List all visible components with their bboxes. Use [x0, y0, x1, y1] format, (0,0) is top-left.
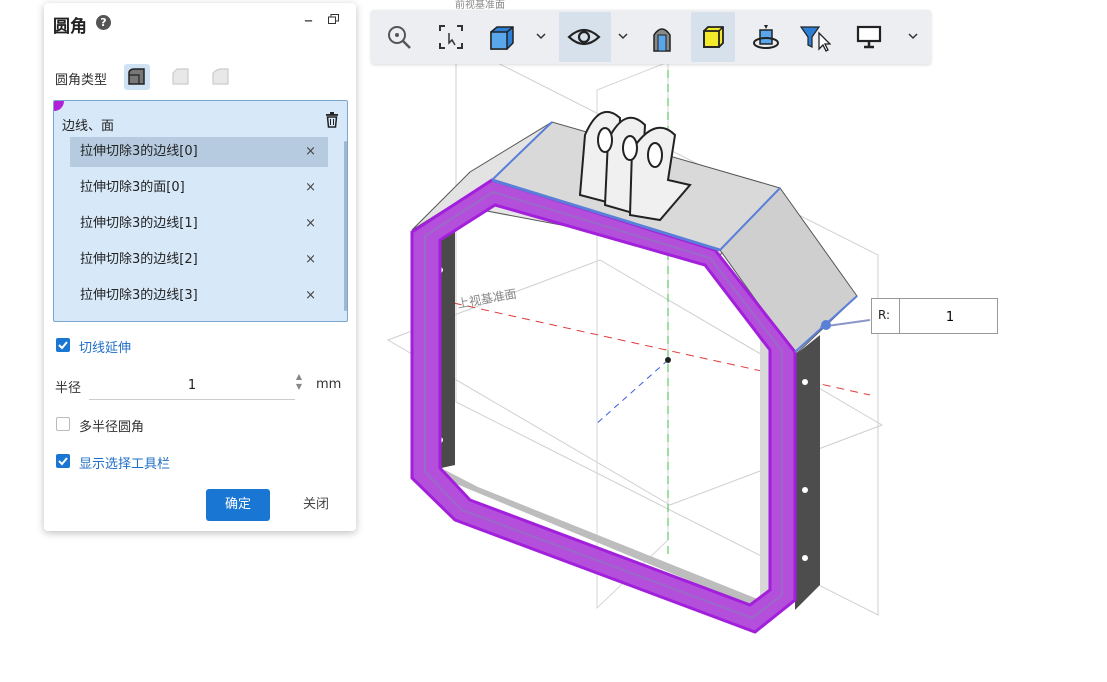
eye-icon[interactable] [559, 12, 611, 62]
radius-callout-input[interactable] [900, 299, 1000, 335]
selection-item[interactable]: 拉伸切除3的边线[0] × [70, 137, 328, 167]
fillet-face-icon [212, 68, 229, 85]
radius-input[interactable] [89, 371, 295, 400]
show-toolbar-checkbox[interactable] [56, 454, 70, 468]
fillet-type-label: 圆角类型 [55, 73, 108, 88]
show-toolbar-label: 显示选择工具栏 [79, 457, 171, 472]
check-icon [58, 341, 68, 350]
chevron-down-icon[interactable] [617, 30, 629, 42]
close-button[interactable]: 关闭 [290, 489, 342, 521]
restore-icon[interactable] [328, 14, 339, 24]
radius-unit: mm [316, 377, 342, 392]
fillet-constant-icon [128, 68, 145, 85]
selection-item[interactable]: 拉伸切除3的面[0] × [70, 173, 328, 203]
radius-label: 半径 [55, 381, 82, 396]
remove-item-icon[interactable]: × [305, 281, 316, 311]
display-icon[interactable] [847, 12, 891, 62]
chevron-down-icon[interactable] [535, 30, 547, 42]
zoom-box-icon[interactable] [429, 12, 473, 62]
selection-item[interactable]: 拉伸切除3的边线[1] × [70, 209, 328, 239]
selection-filter-icon[interactable] [791, 12, 835, 62]
fillet-variable-icon [172, 68, 189, 85]
multi-radius-label: 多半径圆角 [79, 420, 145, 435]
check-icon [58, 457, 68, 466]
remove-item-icon[interactable]: × [305, 209, 316, 239]
fillet-panel: 圆角 ? – 圆角类型 边线、面 拉伸切除3的边线[0] × 拉伸切除3的面[0]… [44, 3, 356, 531]
radius-callout: R: [871, 298, 1000, 335]
panel-title: 圆角 [53, 17, 87, 37]
origin-point [665, 357, 671, 363]
right-outer-wall [795, 335, 820, 610]
view-toolbar [371, 10, 931, 64]
shaded-box-icon[interactable] [691, 12, 735, 62]
remove-item-icon[interactable]: × [305, 137, 316, 167]
fillet-type-variable[interactable] [168, 64, 194, 90]
view-cube-icon[interactable] [479, 12, 523, 62]
selection-item[interactable]: 拉伸切除3的边线[2] × [70, 245, 328, 275]
plane-label: 上视基准面 [456, 286, 518, 311]
selection-item[interactable]: 拉伸切除3的边线[3] × [70, 281, 328, 311]
radius-callout-label: R: [878, 308, 891, 322]
rotate-part-icon[interactable] [743, 12, 787, 62]
selection-marker [54, 101, 64, 111]
zoom-fit-icon[interactable] [377, 12, 421, 62]
tangent-extend-label: 切线延伸 [79, 341, 132, 356]
radius-stepper[interactable]: ▲ ▼ [294, 372, 304, 394]
selection-list[interactable]: 边线、面 拉伸切除3的边线[0] × 拉伸切除3的面[0] × 拉伸切除3的边线[1… [53, 100, 348, 322]
help-icon[interactable]: ? [96, 15, 111, 30]
fillet-type-face[interactable] [208, 64, 234, 90]
trash-icon[interactable] [325, 112, 339, 128]
remove-item-icon[interactable]: × [305, 173, 316, 203]
ok-button[interactable]: 确定 [206, 489, 270, 521]
remove-item-icon[interactable]: × [305, 245, 316, 275]
z-axis [594, 359, 669, 426]
minimize-button[interactable]: – [304, 10, 313, 31]
multi-radius-checkbox[interactable] [56, 417, 70, 431]
radius-handle[interactable] [821, 320, 831, 330]
inner-bottom-face [442, 470, 760, 605]
fillet-type-constant[interactable] [124, 64, 150, 90]
selection-header: 边线、面 [62, 119, 115, 134]
selection-scrollbar[interactable] [344, 141, 347, 311]
section-icon[interactable] [639, 12, 683, 62]
chevron-down-icon[interactable] [907, 30, 919, 42]
tangent-extend-checkbox[interactable] [56, 338, 70, 352]
